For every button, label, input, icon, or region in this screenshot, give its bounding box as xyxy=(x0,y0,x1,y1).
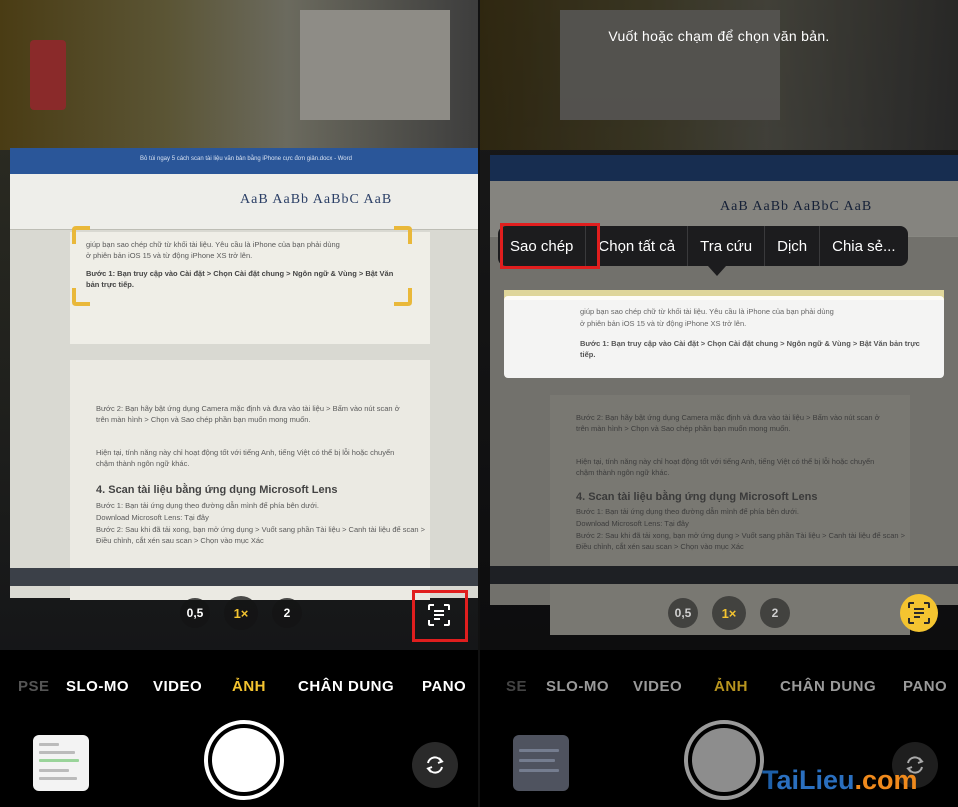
shutter-inner xyxy=(692,728,756,792)
camera-screen-right: AaB AaBb AaBbC AaB giúp bạn sao chép chữ… xyxy=(480,0,958,807)
word-title-bar: Bỏ túi ngay 5 cách scan tài liệu văn bản… xyxy=(10,148,478,174)
mode-portrait[interactable]: CHÂN DUNG xyxy=(780,678,876,695)
watermark-text: aiLieu xyxy=(776,765,855,795)
mode-photo[interactable]: ẢNH xyxy=(714,678,748,695)
ribbon-styles: AaB AaBb AaBbC AaB xyxy=(240,192,393,207)
zoom-1x-button[interactable]: 1× xyxy=(224,596,258,630)
zoom-controls: 0,5 1× 2 xyxy=(180,596,302,630)
doc-line: Bước 1: Bạn tải ứng dụng theo đường dẫn … xyxy=(576,507,799,516)
viewfinder: Bỏ túi ngay 5 cách scan tài liệu văn bản… xyxy=(0,0,478,650)
mode-video[interactable]: VIDEO xyxy=(633,678,682,695)
doc-heading: 4. Scan tài liệu bằng ứng dụng Microsoft… xyxy=(576,491,818,503)
mode-slomo[interactable]: SLO-MO xyxy=(66,678,129,695)
mode-pano[interactable]: PANO xyxy=(903,678,947,695)
highlight-copy-item xyxy=(500,223,600,269)
viewfinder: AaB AaBb AaBbC AaB giúp bạn sao chép chữ… xyxy=(480,0,958,650)
select-all-menu-item[interactable]: Chọn tất cả xyxy=(586,226,689,266)
photo-thumbnail[interactable] xyxy=(513,735,569,791)
doc-line: Bước 2: Sau khi đã tải xong, bạn mở ứng … xyxy=(576,531,906,551)
share-menu-item[interactable]: Chia sẻ... xyxy=(820,226,907,266)
watermark-com: .com xyxy=(854,765,918,795)
mode-slomo[interactable]: SLO-MO xyxy=(546,678,609,695)
photo-thumbnail[interactable] xyxy=(33,735,89,791)
doc-note: Hiện tại, tính năng này chỉ hoạt động tố… xyxy=(96,448,395,468)
word-ribbon: AaB AaBb AaBbC AaB xyxy=(10,174,478,230)
context-menu-pointer xyxy=(708,266,726,276)
mode-video[interactable]: VIDEO xyxy=(153,678,202,695)
camera-flip-button[interactable] xyxy=(412,742,458,788)
doc-step2: Bước 2: Bạn hãy bật ứng dụng Camera mặc … xyxy=(576,413,880,433)
mode-picker: PSE SLO-MO VIDEO ẢNH CHÂN DUNG PANO xyxy=(0,678,478,698)
live-text-button-active[interactable] xyxy=(900,594,938,632)
zoom-1x-button[interactable]: 1× xyxy=(712,596,746,630)
mode-picker: SE SLO-MO VIDEO ẢNH CHÂN DUNG PANO xyxy=(480,678,958,698)
background-wall xyxy=(0,0,478,150)
doc-step2: Bước 2: Bạn hãy bật ứng dụng Camera mặc … xyxy=(96,404,400,424)
document-page xyxy=(70,360,430,600)
mode-photo[interactable]: ẢNH xyxy=(232,678,266,695)
background-object xyxy=(300,10,450,120)
selected-line[interactable]: giúp bạn sao chép chữ từ khối tài liệu. … xyxy=(580,306,930,317)
live-text-brackets xyxy=(72,226,412,306)
translate-menu-item[interactable]: Dịch xyxy=(765,226,821,266)
camera-flip-icon xyxy=(426,756,444,774)
doc-line: Bước 1: Bạn tải ứng dụng theo đường dẫn … xyxy=(96,501,319,510)
highlight-live-text-button xyxy=(412,590,468,642)
shutter-inner xyxy=(212,728,276,792)
doc-line: Download Microsoft Lens: Tại đây xyxy=(96,513,209,522)
watermark-t: T xyxy=(762,765,777,795)
background-object xyxy=(30,40,66,110)
lookup-menu-item[interactable]: Tra cứu xyxy=(688,226,766,266)
mode-portrait[interactable]: CHÂN DUNG xyxy=(298,678,394,695)
doc-line: Download Microsoft Lens: Tại đây xyxy=(576,519,689,528)
zoom-2x-button[interactable]: 2 xyxy=(760,598,790,628)
doc-heading: 4. Scan tài liệu bằng ứng dụng Microsoft… xyxy=(96,484,338,496)
zoom-2x-button[interactable]: 2 xyxy=(272,598,302,628)
camera-controls: PSE SLO-MO VIDEO ẢNH CHÂN DUNG PANO xyxy=(0,650,478,807)
live-text-icon xyxy=(908,602,930,624)
selected-step1[interactable]: Bước 1: Bạn truy cập vào Cài đặt > Chọn … xyxy=(580,338,920,360)
taskbar xyxy=(10,568,478,586)
camera-screen-left: Bỏ túi ngay 5 cách scan tài liệu văn bản… xyxy=(0,0,478,807)
live-text-hint: Vuốt hoặc chạm để chọn văn bản. xyxy=(608,28,830,44)
mode-pano[interactable]: PANO xyxy=(422,678,466,695)
zoom-controls: 0,5 1× 2 xyxy=(668,596,790,630)
doc-line: Bước 2: Sau khi đã tải xong, bạn mở ứng … xyxy=(96,525,426,545)
mode-timelapse[interactable]: PSE xyxy=(18,678,50,695)
mode-timelapse[interactable]: SE xyxy=(506,678,527,695)
watermark-logo: TaiLieu.com xyxy=(762,765,918,796)
word-title: Bỏ túi ngay 5 cách scan tài liệu văn bản… xyxy=(140,156,352,162)
zoom-0-5-button[interactable]: 0,5 xyxy=(668,598,698,628)
shutter-button[interactable] xyxy=(204,720,284,800)
zoom-0-5-button[interactable]: 0,5 xyxy=(180,598,210,628)
selected-line[interactable]: ở phiên bản iOS 15 và từ động iPhone XS … xyxy=(580,318,930,329)
doc-note: Hiện tại, tính năng này chỉ hoạt động tố… xyxy=(576,457,875,477)
shutter-button[interactable] xyxy=(684,720,764,800)
